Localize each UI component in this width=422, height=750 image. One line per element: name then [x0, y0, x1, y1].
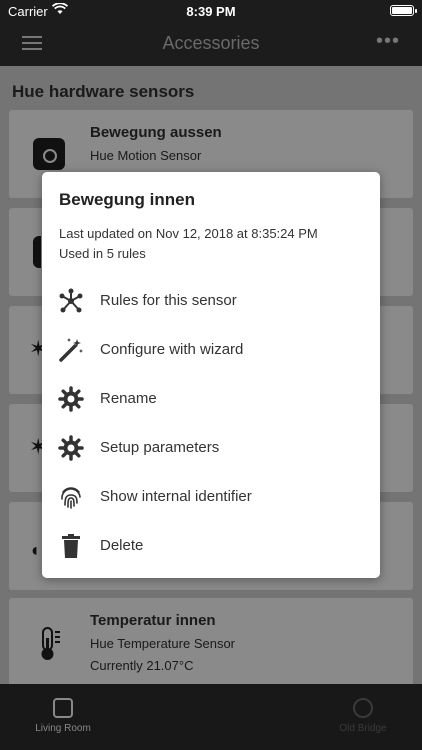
tab-living-room[interactable]: Living Room [18, 698, 108, 734]
tab-old-bridge[interactable]: Old Bridge [318, 698, 408, 734]
tab-bar: Living Room Old Bridge [0, 684, 422, 750]
menu-item-label: Delete [100, 537, 144, 554]
more-options-icon[interactable]: ••• [376, 30, 400, 53]
gear-icon [58, 386, 84, 412]
status-bar: Carrier 8:39 PM [0, 0, 422, 22]
sensor-name: Bewegung aussen [90, 124, 222, 141]
hue-bridge-icon [353, 698, 373, 718]
sensor-type: Hue Motion Sensor [90, 148, 202, 163]
switch-icon: ◖ [29, 540, 40, 560]
top-bar: Carrier 8:39 PM Accessories ••• [0, 0, 422, 66]
rules-for-sensor-button[interactable]: Rules for this sensor [42, 278, 380, 324]
menu-item-label: Rename [100, 390, 157, 407]
configure-wizard-button[interactable]: Configure with wizard [42, 327, 380, 373]
thermometer-icon [35, 626, 63, 667]
sensor-value: Currently 21.07°C [90, 658, 194, 673]
delete-button[interactable]: Delete [42, 523, 380, 569]
network-icon [58, 288, 84, 314]
status-time: 8:39 PM [186, 4, 236, 19]
last-updated-text: Last updated on Nov 12, 2018 at 8:35:24 … [59, 226, 318, 241]
section-title: Hue hardware sensors [12, 82, 195, 101]
battery-icon [390, 5, 417, 16]
motion-sensor-icon [33, 236, 41, 268]
rename-button[interactable]: Rename [42, 376, 380, 422]
sensor-card[interactable]: Temperatur innen Hue Temperature Sensor … [9, 598, 413, 694]
tab-label: Living Room [35, 723, 91, 734]
menu-item-label: Configure with wizard [100, 341, 244, 358]
tab-label: Old Bridge [339, 723, 387, 734]
sensor-type: Hue Temperature Sensor [90, 636, 236, 651]
rules-count-text: Used in 5 rules [59, 246, 146, 261]
menu-item-label: Rules for this sensor [100, 292, 237, 309]
menu-item-label: Show internal identifier [100, 488, 252, 505]
navigation-bar: Accessories ••• [0, 22, 422, 66]
fingerprint-icon [58, 484, 84, 510]
page-title: Accessories [162, 33, 260, 53]
gear-icon [58, 435, 84, 461]
setup-parameters-button[interactable]: Setup parameters [42, 425, 380, 471]
magic-wand-icon [58, 337, 84, 363]
sensor-action-menu: Bewegung innen Last updated on Nov 12, 2… [42, 172, 380, 578]
menu-item-label: Setup parameters [100, 439, 220, 456]
show-identifier-button[interactable]: Show internal identifier [42, 474, 380, 520]
modal-title: Bewegung innen [59, 190, 195, 209]
motion-sensor-icon [33, 138, 65, 170]
trash-icon [58, 533, 84, 559]
sensor-name: Temperatur innen [90, 612, 216, 629]
hue-bridge-icon [53, 698, 73, 718]
